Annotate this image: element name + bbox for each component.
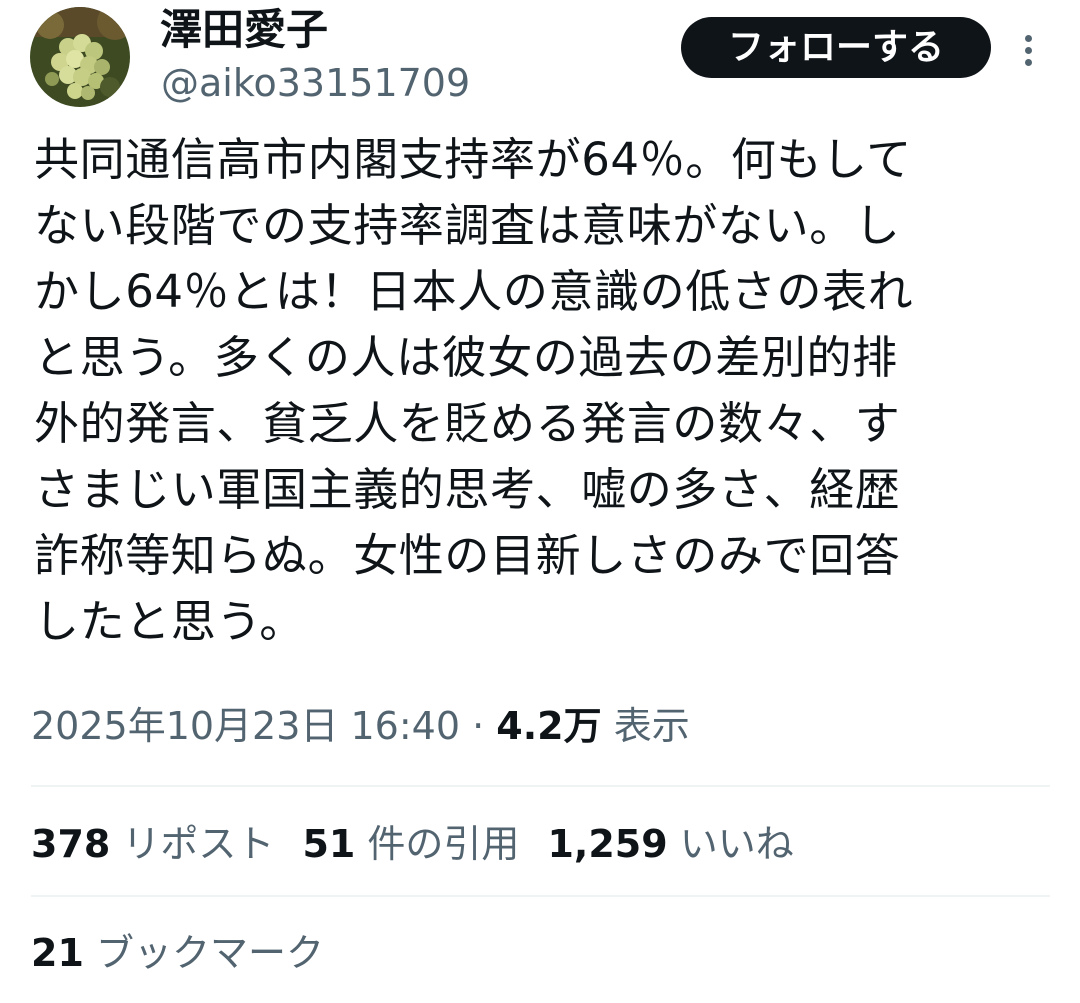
- tweet-text-line: と思う。多くの人は彼女の過去の差別的排: [34, 331, 898, 384]
- tweet-meta: 2025年10月23日 16:40 · 4.2万 表示: [31, 700, 690, 752]
- bookmarks-count: 21: [31, 931, 84, 975]
- author-handle[interactable]: @aiko33151709: [161, 58, 470, 108]
- tweet-text-line: 外的発言、貧乏人を貶める発言の数々、す: [34, 397, 901, 450]
- likes-count: 1,259: [547, 822, 668, 866]
- views-label: 表示: [613, 704, 690, 748]
- follow-button[interactable]: フォローする: [681, 17, 991, 78]
- tweet-text-line: かし64％とは！日本人の意識の低さの表れ: [34, 265, 914, 318]
- divider: [31, 895, 1050, 897]
- engagement-stats: 378 リポスト 51 件の引用 1,259 いいね: [31, 817, 822, 871]
- meta-separator: ·: [472, 704, 485, 748]
- views-count: 4.2万: [496, 704, 602, 748]
- vertical-dots-icon: [1025, 59, 1032, 66]
- tweet-text-line: したと思う。: [34, 595, 305, 648]
- reposts-stat[interactable]: 378 リポスト: [31, 817, 274, 871]
- bookmarks-label: ブックマーク: [95, 931, 324, 975]
- tweet-text-line: さまじい軍国主義的思考、嘘の多さ、経歴: [34, 463, 901, 516]
- divider: [31, 785, 1050, 787]
- quotes-count: 51: [302, 822, 356, 866]
- bookmarks-stat[interactable]: 21 ブックマーク: [31, 926, 324, 980]
- reposts-label: リポスト: [122, 822, 275, 866]
- likes-stat[interactable]: 1,259 いいね: [547, 817, 793, 871]
- tweet-text-line: 詐称等知らぬ。女性の目新しさのみで回答: [34, 529, 901, 582]
- grape-photo-avatar-icon: [30, 7, 130, 107]
- likes-label: いいね: [679, 822, 794, 866]
- vertical-dots-icon: [1025, 47, 1032, 54]
- tweet-text-line: 共同通信高市内閣支持率が64％。何もして: [34, 133, 912, 186]
- tweet-text: 共同通信高市内閣支持率が64％。何もして ない段階での支持率調査は意味がない。し…: [34, 127, 1034, 655]
- avatar[interactable]: [30, 7, 130, 107]
- tweet-datetime[interactable]: 2025年10月23日 16:40: [31, 704, 460, 748]
- quotes-stat[interactable]: 51 件の引用: [302, 817, 519, 871]
- reposts-count: 378: [31, 822, 111, 866]
- quotes-label: 件の引用: [367, 822, 520, 866]
- tweet-text-line: ない段階での支持率調査は意味がない。し: [34, 199, 901, 252]
- more-options-button[interactable]: [1016, 26, 1042, 70]
- author-display-name[interactable]: 澤田愛子: [160, 2, 328, 58]
- vertical-dots-icon: [1025, 35, 1032, 42]
